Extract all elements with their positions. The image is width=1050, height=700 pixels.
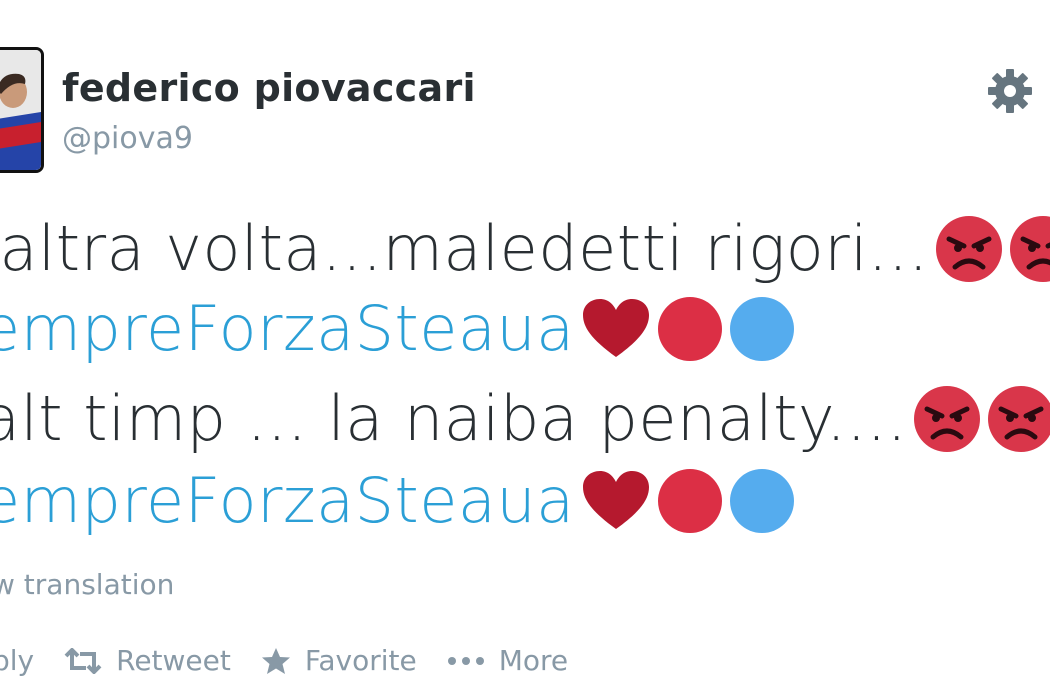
user-handle[interactable]: @piova9 — [62, 121, 193, 156]
tweet-actions: ply Retweet Favorite More — [0, 644, 598, 677]
more-dots-icon — [447, 656, 484, 665]
display-name[interactable]: federico piovaccari — [62, 66, 476, 110]
hashtag-link[interactable]: empreForzaSteaua — [0, 292, 575, 365]
more-label: More — [498, 644, 569, 677]
heart-icon — [582, 298, 649, 357]
gear-icon[interactable] — [985, 66, 1035, 116]
tweet-line-1: 'altra volta...maledetti rigori... — [0, 212, 1050, 285]
tweet-text-3: alt timp ... la naiba penalty.... — [0, 382, 908, 455]
more-button[interactable]: More — [447, 644, 568, 677]
star-icon — [261, 647, 290, 674]
retweet-button[interactable]: Retweet — [64, 644, 231, 677]
tweet-line-2: empreForzaSteaua — [0, 292, 795, 365]
view-translation-link[interactable]: w translation — [0, 568, 174, 601]
angry-face-icon — [1009, 215, 1050, 282]
angry-face-icon — [914, 385, 981, 452]
avatar[interactable] — [0, 47, 44, 173]
tweet-line-4: empreForzaSteaua — [0, 464, 795, 537]
angry-face-icon — [988, 385, 1050, 452]
hashtag-link[interactable]: empreForzaSteaua — [0, 464, 575, 537]
retweet-label: Retweet — [116, 644, 231, 677]
tweet-line-3: alt timp ... la naiba penalty.... — [0, 382, 1050, 455]
angry-face-icon — [935, 215, 1002, 282]
favorite-button[interactable]: Favorite — [261, 644, 417, 677]
retweet-icon — [64, 647, 102, 674]
favorite-label: Favorite — [304, 644, 417, 677]
blue-circle-icon — [729, 468, 794, 533]
red-circle-icon — [657, 296, 722, 361]
reply-label: ply — [0, 644, 35, 677]
reply-button[interactable]: ply — [0, 644, 34, 677]
tweet-text-1: 'altra volta...maledetti rigori... — [0, 212, 929, 285]
heart-icon — [582, 470, 649, 529]
blue-circle-icon — [729, 296, 794, 361]
red-circle-icon — [657, 468, 722, 533]
